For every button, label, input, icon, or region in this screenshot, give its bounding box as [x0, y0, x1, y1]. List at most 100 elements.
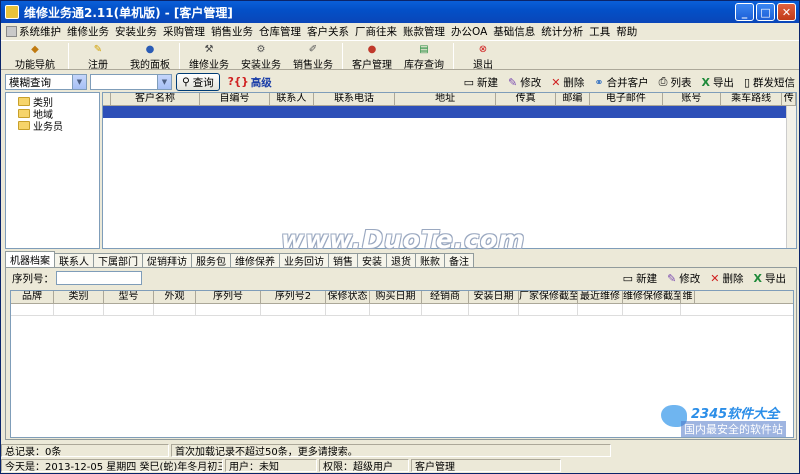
toolbar-register-button[interactable]: ✎ 注册: [72, 41, 124, 71]
menu-purchase[interactable]: 采购管理: [160, 24, 208, 39]
maximize-button[interactable]: □: [756, 3, 775, 21]
column-header[interactable]: 账号: [663, 93, 721, 105]
column-header[interactable]: 序列号2: [261, 291, 326, 303]
menu-sales[interactable]: 销售业务: [208, 24, 256, 39]
tab-sales[interactable]: 销售: [328, 253, 358, 268]
menu-vendor[interactable]: 厂商往来: [352, 24, 400, 39]
category-tree: 类别 地域 业务员: [5, 92, 100, 249]
menu-help[interactable]: 帮助: [613, 24, 640, 39]
tab-machine-archive[interactable]: 机器档案: [5, 251, 55, 267]
column-header[interactable]: 品牌: [11, 291, 54, 303]
toolbar-sales-button[interactable]: ✐ 销售业务: [287, 41, 339, 71]
system-icon: [6, 26, 17, 37]
delete-icon: ✕: [551, 75, 561, 89]
tab-promotion-visit[interactable]: 促销拜访: [142, 253, 192, 268]
list-button[interactable]: ⎙ 列表: [659, 75, 692, 90]
vertical-scrollbar[interactable]: [786, 106, 796, 248]
table-row[interactable]: [11, 304, 793, 316]
column-header[interactable]: 客户名称: [111, 93, 201, 105]
new-icon: ▭: [622, 271, 634, 285]
tab-maintenance[interactable]: 维修保养: [230, 253, 280, 268]
tab-contacts[interactable]: 联系人: [54, 253, 94, 268]
toolbar-exit-button[interactable]: ⊗ 退出: [457, 41, 509, 71]
column-header[interactable]: 外观: [154, 291, 196, 303]
toolbar-stock-button[interactable]: ▤ 库存查询: [398, 41, 450, 71]
column-header[interactable]: 地址: [395, 93, 497, 105]
search-mode-select[interactable]: 模糊查询 ▼: [5, 74, 87, 90]
sms-button[interactable]: ▯ 群发短信: [744, 75, 795, 90]
tab-departments[interactable]: 下属部门: [93, 253, 143, 268]
tab-returns[interactable]: 退货: [386, 253, 416, 268]
serial-export-button[interactable]: X 导出: [754, 271, 786, 286]
column-header[interactable]: 厂家保修截至: [519, 291, 578, 303]
total-records: 总记录：0条: [1, 443, 169, 457]
column-header[interactable]: 传: [782, 93, 796, 105]
toolbar-panel-button[interactable]: ● 我的面板: [124, 41, 176, 71]
serial-input[interactable]: [56, 271, 142, 285]
column-header[interactable]: 保修状态: [326, 291, 370, 303]
status-bar-bottom: 今天是：2013-12-05 星期四 癸巳(蛇)年冬月初三 用户：未知 权限：超…: [1, 458, 800, 472]
column-header[interactable]: 安装日期: [469, 291, 519, 303]
tab-followup[interactable]: 业务回访: [279, 253, 329, 268]
register-icon: ✎: [93, 43, 103, 55]
column-header[interactable]: 维修保修截至: [623, 291, 681, 303]
menu-statistics[interactable]: 统计分析: [538, 24, 586, 39]
column-header[interactable]: 自编号: [200, 93, 270, 105]
menu-basic-info[interactable]: 基础信息: [490, 24, 538, 39]
export-button[interactable]: X 导出: [701, 75, 733, 90]
column-header[interactable]: 序列号: [196, 291, 261, 303]
menu-accounts[interactable]: 账款管理: [400, 24, 448, 39]
tree-node-salesperson[interactable]: 业务员: [8, 119, 97, 133]
column-header[interactable]: 经销商: [422, 291, 469, 303]
column-header[interactable]: 最近维修: [578, 291, 623, 303]
column-header[interactable]: 联系人: [270, 93, 315, 105]
new-icon: ▭: [463, 75, 474, 89]
print-icon: ⎙: [658, 75, 668, 88]
menu-system[interactable]: 系统维护: [3, 24, 64, 39]
exit-icon: ⊗: [478, 43, 488, 55]
menu-customer[interactable]: 客户关系: [304, 24, 352, 39]
menu-repair[interactable]: 维修业务: [64, 24, 112, 39]
menu-tools[interactable]: 工具: [586, 24, 613, 39]
advanced-search-link[interactable]: ?{} 高级: [228, 75, 272, 90]
new-button[interactable]: ▭ 新建: [464, 75, 498, 90]
column-header[interactable]: 型号: [104, 291, 154, 303]
serial-edit-button[interactable]: ✎ 修改: [667, 271, 700, 286]
column-header[interactable]: 类别: [54, 291, 104, 303]
stock-icon: ▤: [419, 43, 429, 55]
minimize-button[interactable]: _: [735, 3, 754, 21]
delete-button[interactable]: ✕ 删除: [551, 75, 584, 90]
column-header[interactable]: 维: [681, 291, 695, 303]
column-header[interactable]: 电子邮件: [590, 93, 663, 105]
folder-icon: [18, 96, 30, 106]
menu-install[interactable]: 安装业务: [112, 24, 160, 39]
column-header[interactable]: 邮编: [556, 93, 590, 105]
tab-accounts[interactable]: 账款: [415, 253, 445, 268]
search-input[interactable]: ▼: [90, 74, 172, 90]
toolbar-customer-button[interactable]: ● 客户管理: [346, 41, 398, 71]
column-header[interactable]: 传真: [496, 93, 556, 105]
folder-icon: [18, 120, 30, 130]
tab-notes[interactable]: 备注: [444, 253, 474, 268]
edit-button[interactable]: ✎ 修改: [508, 75, 541, 90]
menu-office[interactable]: 办公OA: [448, 24, 490, 39]
selected-row[interactable]: [103, 106, 796, 118]
serial-new-button[interactable]: ▭ 新建: [623, 271, 657, 286]
toolbar-install-button[interactable]: ⚙ 安装业务: [235, 41, 287, 71]
query-button[interactable]: ⚲ 查询: [176, 73, 220, 91]
tab-service-package[interactable]: 服务包: [191, 253, 231, 268]
toolbar-navigation-button[interactable]: ◆ 功能导航: [5, 41, 65, 71]
edit-icon: ✎: [507, 75, 518, 89]
current-module: 客户管理: [411, 458, 561, 472]
app-icon: [5, 5, 19, 19]
column-header[interactable]: 乘车路线: [721, 93, 783, 105]
column-header[interactable]: 联系电话: [314, 93, 396, 105]
close-button[interactable]: ✕: [777, 3, 796, 21]
toolbar-repair-button[interactable]: ⚒ 维修业务: [183, 41, 235, 71]
tab-install[interactable]: 安装: [357, 253, 387, 268]
serial-delete-button[interactable]: ✕ 删除: [710, 271, 743, 286]
column-header[interactable]: 购买日期: [370, 291, 422, 303]
menu-warehouse[interactable]: 仓库管理: [256, 24, 304, 39]
merge-button[interactable]: ⚭ 合并客户: [594, 75, 648, 90]
help-icon: ?{}: [227, 76, 249, 88]
